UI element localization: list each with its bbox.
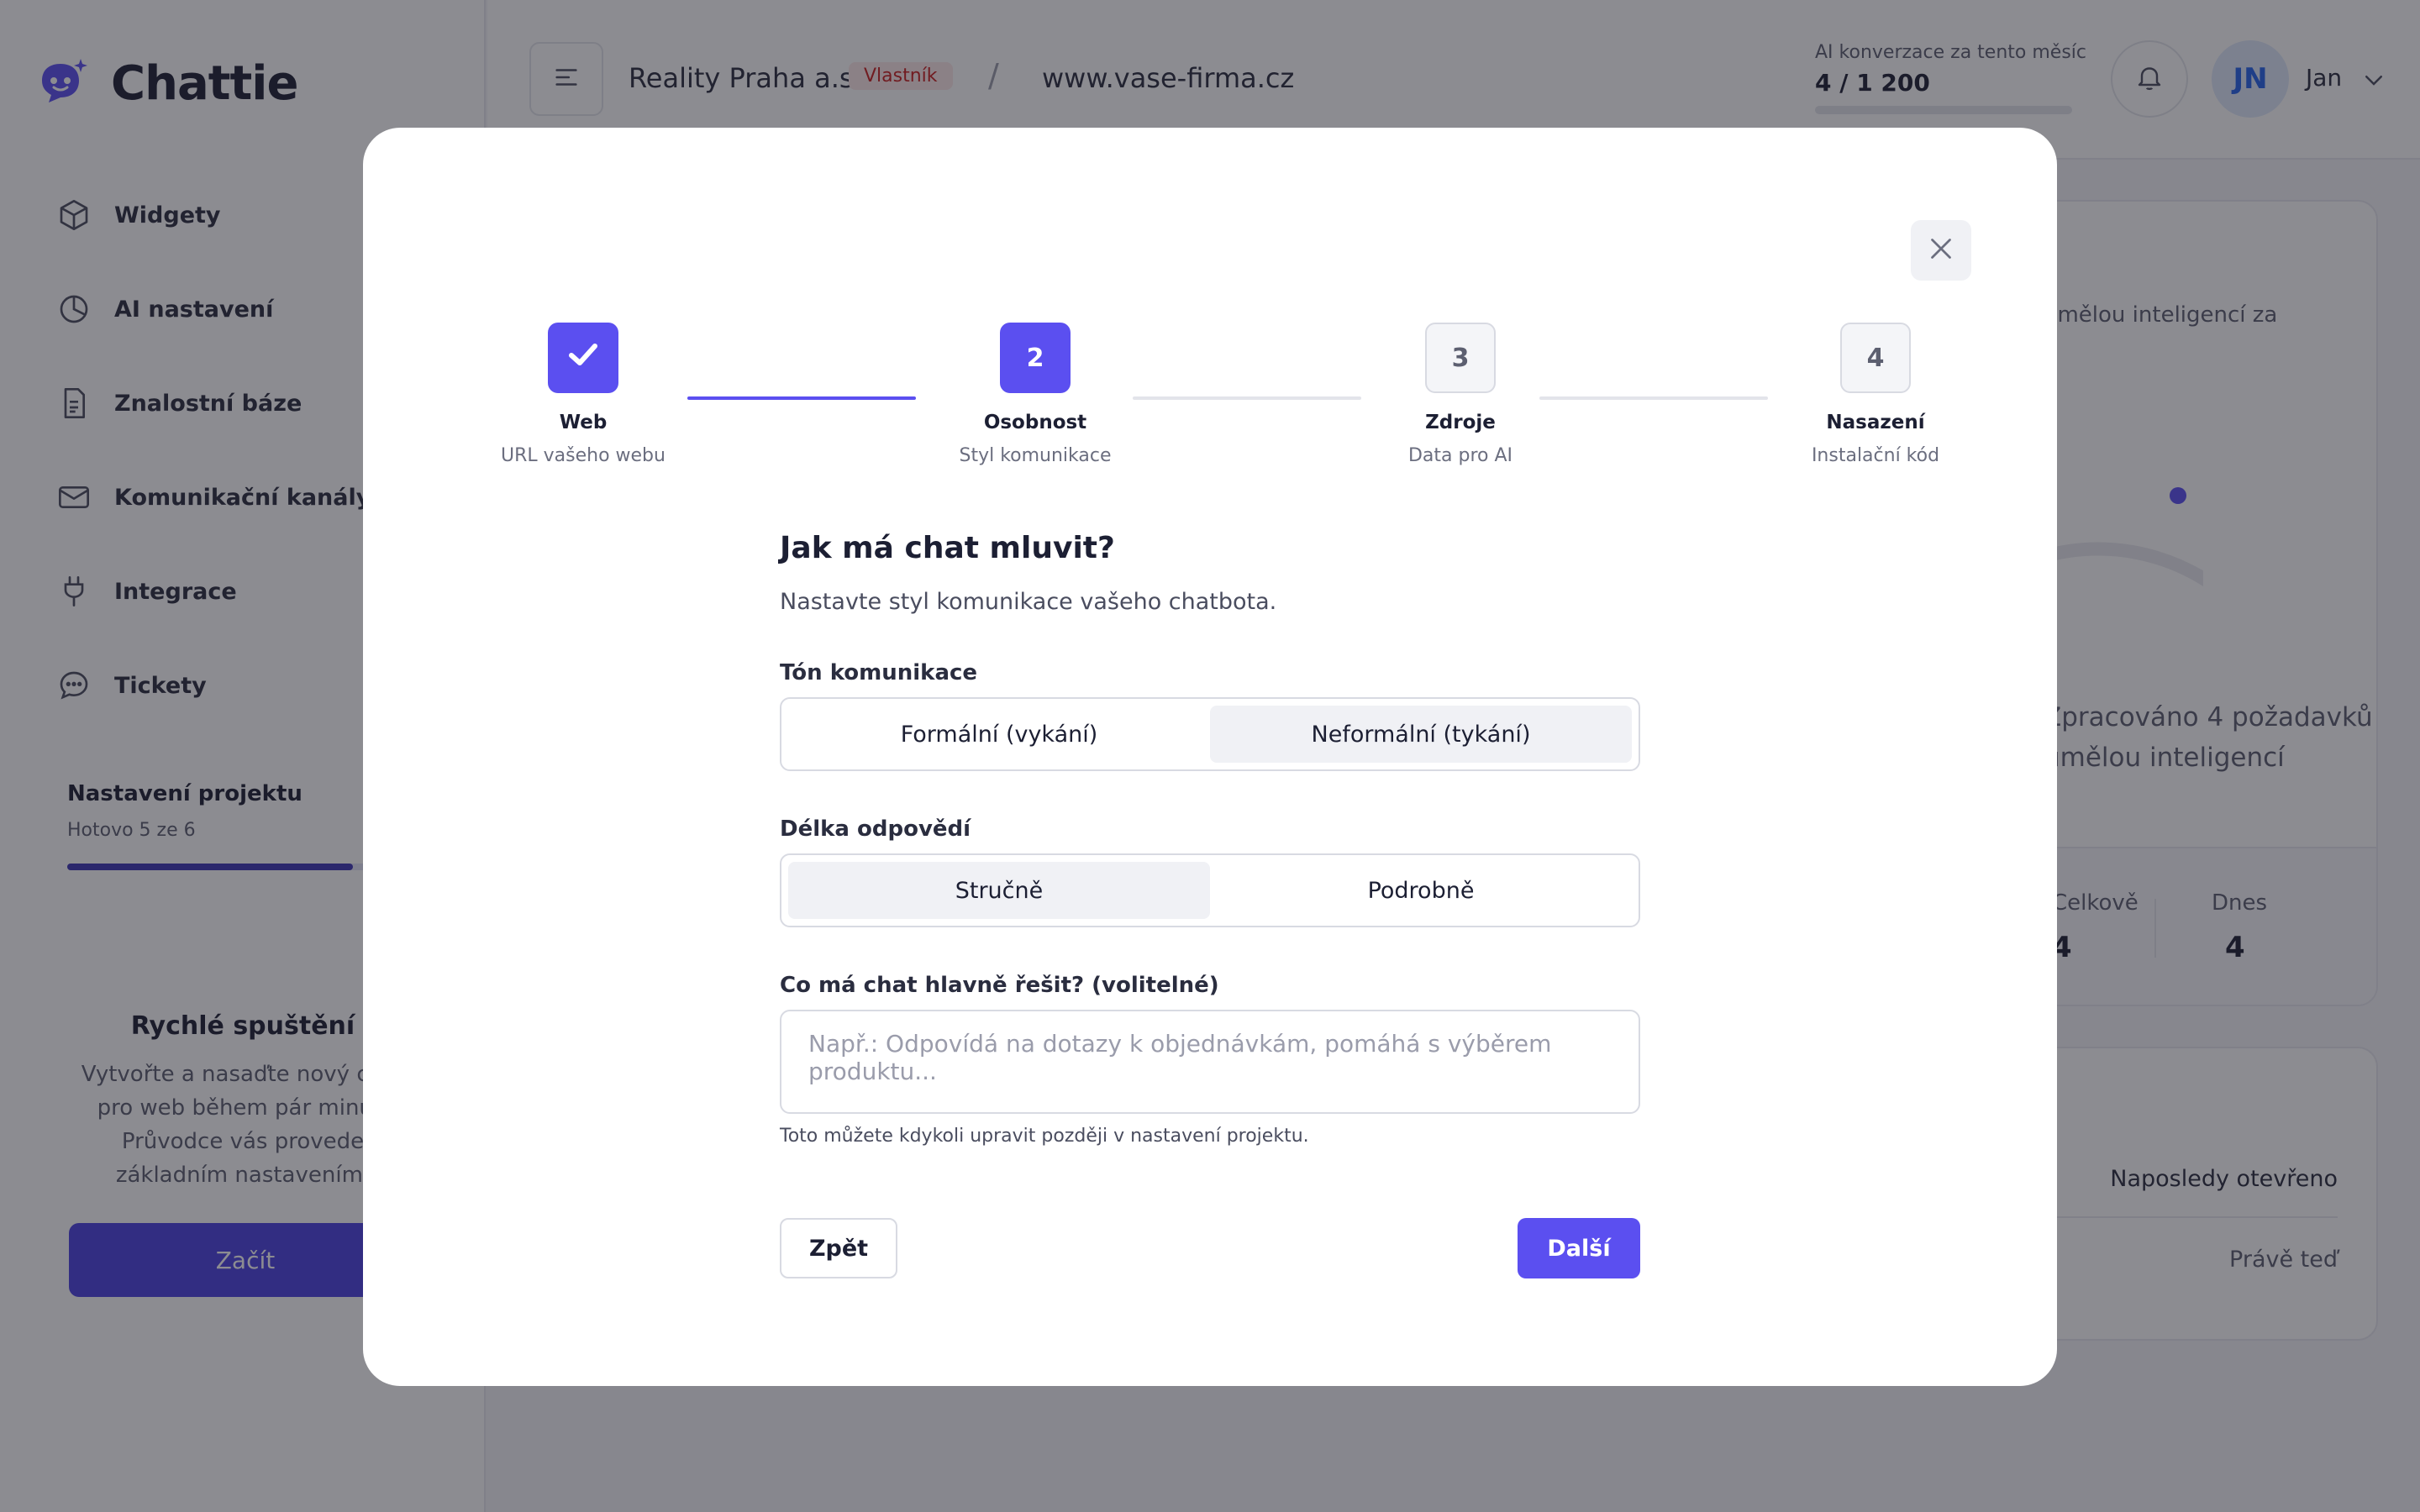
tone-selector: Formální (vykání) Neformální (tykání) [780, 697, 1640, 771]
step-deployment[interactable]: 4 Nasazení Instalační kód [1749, 323, 2002, 466]
step-title: Nasazení [1826, 412, 1925, 433]
step-sources[interactable]: 3 Zdroje Data pro AI [1334, 323, 1586, 466]
tone-option-informal[interactable]: Neformální (tykání) [1210, 706, 1632, 763]
tone-label: Tón komunikace [780, 660, 978, 685]
focus-label: Co má chat hlavně řešit? (volitelné) [780, 973, 1219, 998]
step-connector [1539, 396, 1768, 400]
close-button[interactable] [1911, 220, 1971, 281]
length-selector: Stručně Podrobně [780, 853, 1640, 927]
step-web[interactable]: Web URL vašeho webu [457, 323, 709, 466]
length-label: Délka odpovědí [780, 816, 971, 842]
check-icon [563, 334, 603, 381]
form-description: Nastavte styl komunikace vašeho chatbota… [780, 589, 1277, 615]
personality-form: Jak má chat mluvit? Nastavte styl komuni… [780, 531, 1640, 1147]
tone-option-formal[interactable]: Formální (vykání) [788, 706, 1210, 763]
step-indicator: 3 [1425, 323, 1496, 393]
form-title: Jak má chat mluvit? [780, 531, 1115, 565]
back-button[interactable]: Zpět [780, 1218, 897, 1278]
step-subtitle: Styl komunikace [959, 445, 1112, 466]
step-subtitle: Instalační kód [1811, 445, 1940, 466]
step-connector [687, 396, 916, 400]
step-personality[interactable]: 2 Osobnost Styl komunikace [909, 323, 1161, 466]
step-title: Web [559, 412, 608, 433]
length-option-detailed[interactable]: Podrobně [1210, 862, 1632, 919]
step-indicator: 2 [1000, 323, 1071, 393]
step-subtitle: Data pro AI [1407, 445, 1513, 466]
next-button[interactable]: Další [1518, 1218, 1640, 1278]
focus-hint: Toto můžete kdykoli upravit později v na… [780, 1126, 1309, 1147]
step-indicator [548, 323, 618, 393]
focus-textarea[interactable] [780, 1010, 1640, 1114]
step-subtitle: URL vašeho webu [501, 445, 666, 466]
step-connector [1133, 396, 1361, 400]
step-title: Osobnost [983, 412, 1087, 433]
close-icon [1926, 234, 1956, 267]
step-title: Zdroje [1425, 412, 1496, 433]
step-indicator: 4 [1840, 323, 1911, 393]
setup-wizard-modal: Web URL vašeho webu 2 Osobnost Styl komu… [363, 128, 2057, 1386]
length-option-brief[interactable]: Stručně [788, 862, 1210, 919]
